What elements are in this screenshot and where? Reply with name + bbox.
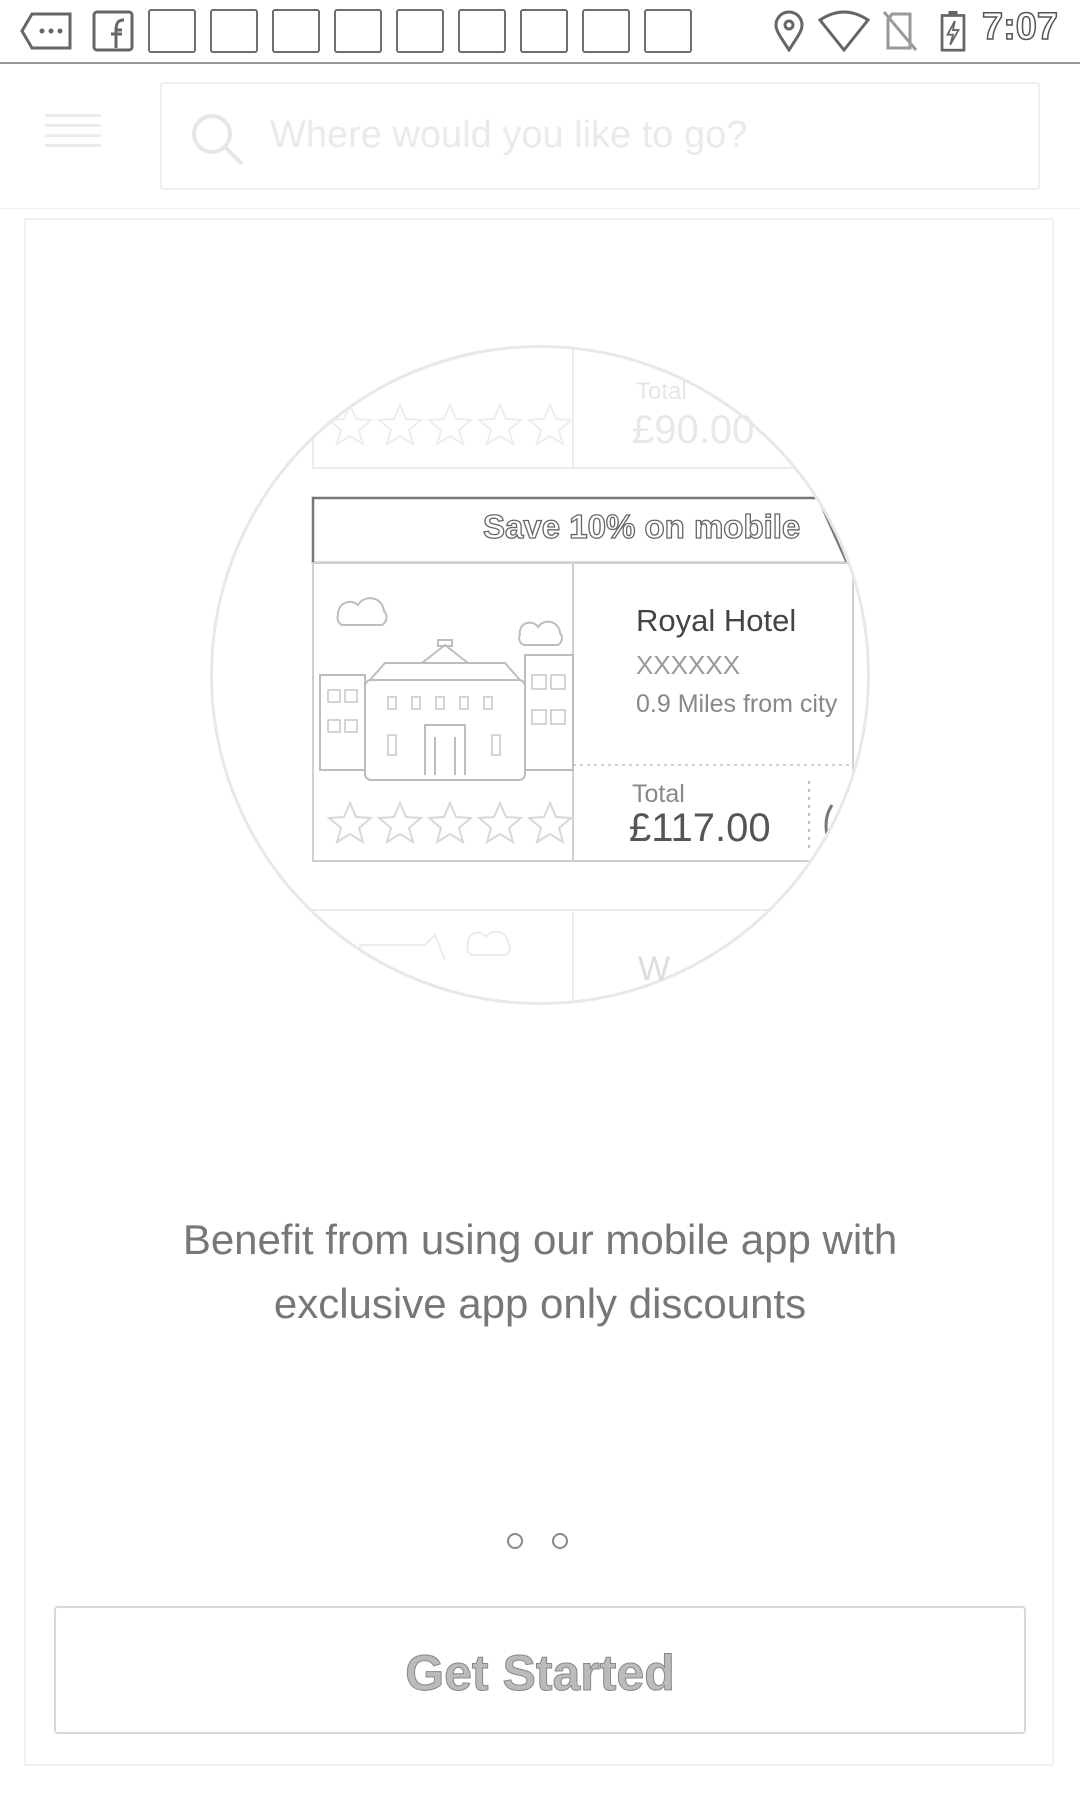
notification-icon — [520, 9, 568, 53]
status-bar: 7:07 — [0, 0, 1080, 64]
notification-icon — [396, 9, 444, 53]
notification-icon — [148, 9, 196, 53]
illustration-graphics — [311, 348, 854, 1002]
onboarding-description: Benefit from using our mobile app with e… — [60, 1208, 1020, 1336]
notification-icon — [334, 9, 382, 53]
description-line-2: exclusive app only discounts — [273, 1280, 807, 1327]
discount-ribbon: Save 10% on mobile — [313, 498, 813, 564]
get-started-label: Get Started — [405, 1645, 676, 1702]
notification-icon — [582, 9, 630, 53]
hotel-name: Royal Hotel — [636, 603, 797, 638]
menu-icon[interactable] — [45, 114, 101, 156]
no-sim-icon — [882, 11, 918, 51]
discount-ribbon-text: Save 10% on mobile — [482, 507, 801, 545]
hotel-distance: 0.9 Miles from city — [636, 690, 838, 718]
ghost-total-price: £90.00 — [632, 408, 755, 452]
page-dot-2[interactable] — [552, 1533, 568, 1549]
notification-icon — [210, 9, 258, 53]
ghost-next-title: W — [638, 950, 671, 988]
search-icon — [192, 114, 244, 166]
page-dot-1[interactable] — [507, 1533, 523, 1549]
battery-charging-icon — [940, 10, 966, 52]
search-placeholder: Where would you like to go? — [270, 114, 748, 156]
wifi-icon — [818, 10, 870, 52]
status-time: 7:07 — [981, 5, 1059, 49]
notification-icon — [458, 9, 506, 53]
notification-icon — [272, 9, 320, 53]
more-icon — [20, 12, 72, 50]
hotel-address: XXXXXX — [636, 650, 741, 680]
description-line-1: Benefit from using our mobile app with — [182, 1216, 898, 1263]
facebook-icon — [92, 10, 134, 52]
total-label: Total — [632, 780, 685, 808]
ghost-total-label: Total — [636, 378, 687, 405]
location-icon — [774, 10, 804, 52]
search-input[interactable]: Where would you like to go? — [160, 82, 1040, 190]
get-started-button[interactable]: Get Started — [54, 1606, 1026, 1734]
notification-icon — [644, 9, 692, 53]
total-price: £117.00 — [629, 806, 771, 850]
